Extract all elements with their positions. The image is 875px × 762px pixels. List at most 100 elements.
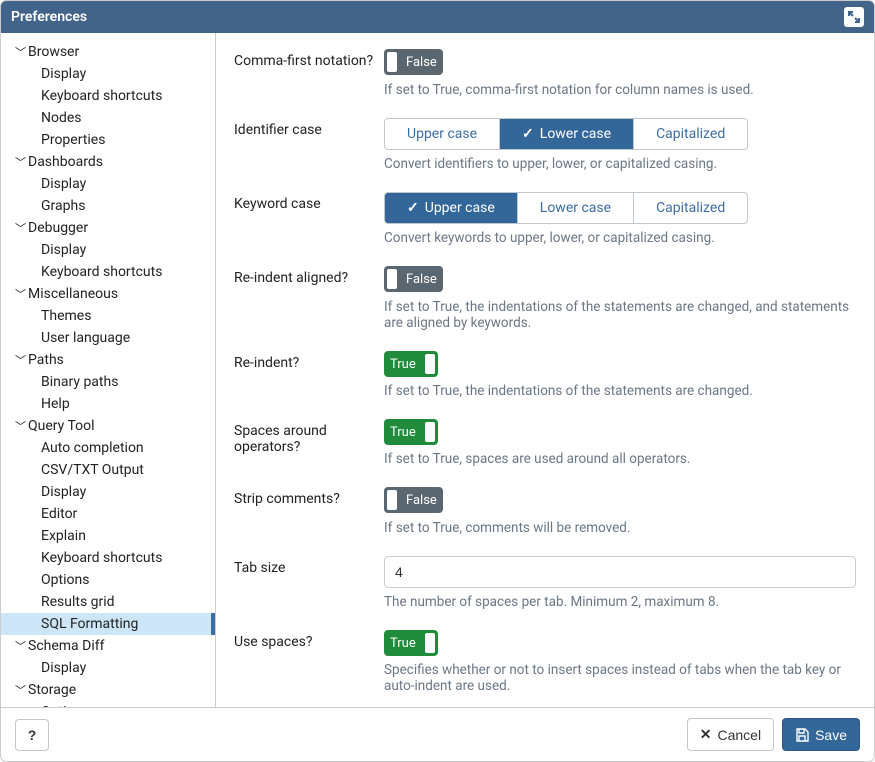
chevron-down-icon: ﹀ [15, 286, 25, 302]
setting-control: TrueIf set to True, spaces are used arou… [384, 419, 856, 467]
tree-item[interactable]: Display [1, 481, 215, 503]
tree-item[interactable]: Graphs [1, 195, 215, 217]
chevron-down-icon: ﹀ [15, 220, 25, 236]
setting-control: The number of spaces per tab. Minimum 2,… [384, 556, 856, 610]
keyword_case-option[interactable]: Capitalized [633, 193, 747, 223]
tree-item[interactable]: Display [1, 173, 215, 195]
tree-group-label: Browser [28, 44, 79, 60]
setting-row-reindent: Re-indent?TrueIf set to True, the indent… [234, 351, 856, 399]
setting-help: If set to True, comma-first notation for… [384, 82, 856, 98]
tree-group-header[interactable]: ﹀Miscellaneous [1, 283, 215, 305]
setting-row-keyword_case: Keyword case ✓ Upper case Lower case Capital… [234, 192, 856, 246]
tree-group-header[interactable]: ﹀Query Tool [1, 415, 215, 437]
toggle-value: False [400, 272, 443, 287]
option-label: Capitalized [656, 126, 725, 142]
maximize-button[interactable] [844, 7, 864, 27]
toggle-nub [387, 490, 397, 510]
tree-item[interactable]: Options [1, 569, 215, 591]
comma_first-toggle[interactable]: False [384, 49, 443, 75]
setting-row-identifier_case: Identifier caseUpper case✓Lower case Capi… [234, 118, 856, 172]
tree-item[interactable]: Keyboard shortcuts [1, 85, 215, 107]
tree-item[interactable]: User language [1, 327, 215, 349]
identifier_case-option[interactable]: Upper case [385, 119, 499, 149]
identifier_case-option[interactable]: Capitalized [633, 119, 747, 149]
tree-item[interactable]: Help [1, 393, 215, 415]
setting-label: Spaces around operators? [234, 419, 384, 467]
toggle-nub [387, 52, 397, 72]
tree-group-header[interactable]: ﹀Paths [1, 349, 215, 371]
tree-item[interactable]: CSV/TXT Output [1, 459, 215, 481]
tree-group-header[interactable]: ﹀Debugger [1, 217, 215, 239]
toggle-nub [387, 269, 397, 289]
tree-group-header[interactable]: ﹀Storage [1, 679, 215, 701]
setting-label: Re-indent? [234, 351, 384, 399]
tree-item[interactable]: Display [1, 657, 215, 679]
option-label: Upper case [425, 200, 495, 216]
tree-group-label: Miscellaneous [28, 286, 118, 302]
tree-group-header[interactable]: ﹀Schema Diff [1, 635, 215, 657]
use_spaces-toggle[interactable]: True [384, 630, 438, 656]
strip_comments-toggle[interactable]: False [384, 487, 443, 513]
setting-row-use_spaces: Use spaces?TrueSpecifies whether or not … [234, 630, 856, 694]
tree-item[interactable]: Auto completion [1, 437, 215, 459]
setting-control: TrueIf set to True, the indentations of … [384, 351, 856, 399]
tree-item[interactable]: Results grid [1, 591, 215, 613]
chevron-down-icon: ﹀ [15, 44, 25, 60]
tree-item[interactable]: SQL Formatting [1, 613, 215, 635]
setting-control: False If set to True, comments will be re… [384, 487, 856, 536]
help-button[interactable]: ? [15, 719, 49, 751]
option-label: Capitalized [656, 200, 725, 216]
toggle-nub [425, 422, 435, 442]
tree-group-header[interactable]: ﹀Browser [1, 41, 215, 63]
setting-row-strip_comments: Strip comments? False If set to True, comm… [234, 487, 856, 536]
tree-item[interactable]: Display [1, 239, 215, 261]
cancel-label: Cancel [717, 727, 761, 743]
chevron-down-icon: ﹀ [15, 352, 25, 368]
preferences-dialog: Preferences ﹀BrowserDisplayKeyboard shor… [0, 0, 875, 762]
setting-label: Strip comments? [234, 487, 384, 536]
save-button[interactable]: Save [782, 718, 860, 751]
toggle-value: False [400, 55, 443, 70]
option-label: Lower case [540, 200, 611, 216]
setting-control: ✓ Upper case Lower case Capitalized Convert … [384, 192, 856, 246]
tree-item[interactable]: Display [1, 63, 215, 85]
option-label: Lower case [540, 126, 611, 142]
reindent_aligned-toggle[interactable]: False [384, 266, 443, 292]
setting-control: Upper case✓Lower caseCapitalizedConvert … [384, 118, 856, 172]
setting-help: If set to True, comments will be removed… [384, 520, 856, 536]
maximize-icon [848, 11, 860, 23]
reindent-toggle[interactable]: True [384, 351, 438, 377]
keyword_case-option[interactable]: ✓ Upper case [385, 193, 517, 223]
title-text: Preferences [11, 9, 87, 25]
tree-item[interactable]: Nodes [1, 107, 215, 129]
check-icon: ✓ [407, 200, 419, 216]
toggle-value: False [400, 493, 443, 508]
tree-item[interactable]: Keyboard shortcuts [1, 547, 215, 569]
setting-label: Use spaces? [234, 630, 384, 694]
spaces_around_ops-toggle[interactable]: True [384, 419, 438, 445]
tree-item[interactable]: Editor [1, 503, 215, 525]
identifier_case-option[interactable]: ✓Lower case [499, 119, 633, 149]
dialog-body: ﹀BrowserDisplayKeyboard shortcutsNodesPr… [1, 33, 874, 707]
setting-help: Convert keywords to upper, lower, or cap… [384, 230, 856, 246]
tree-item[interactable]: Explain [1, 525, 215, 547]
keyword_case-segmented: ✓ Upper case Lower case Capitalized [384, 192, 748, 224]
save-icon [795, 728, 809, 742]
titlebar: Preferences [1, 1, 874, 33]
tree-group-label: Schema Diff [28, 638, 104, 654]
cancel-button[interactable]: ✕ Cancel [687, 718, 774, 751]
tree-item[interactable]: Binary paths [1, 371, 215, 393]
setting-row-comma_first: Comma-first notation?FalseIf set to True… [234, 49, 856, 98]
setting-help: The number of spaces per tab. Minimum 2,… [384, 594, 856, 610]
chevron-down-icon: ﹀ [15, 418, 25, 434]
tree-item[interactable]: Keyboard shortcuts [1, 261, 215, 283]
tree-group-header[interactable]: ﹀Dashboards [1, 151, 215, 173]
setting-label: Keyword case [234, 192, 384, 246]
setting-label: Identifier case [234, 118, 384, 172]
setting-row-spaces_around_ops: Spaces around operators?TrueIf set to Tr… [234, 419, 856, 467]
tree-item[interactable]: Themes [1, 305, 215, 327]
setting-control: FalseIf set to True, the indentations of… [384, 266, 856, 331]
tree-item[interactable]: Properties [1, 129, 215, 151]
keyword_case-option[interactable]: Lower case [517, 193, 633, 223]
tab_size-input[interactable] [384, 556, 856, 588]
